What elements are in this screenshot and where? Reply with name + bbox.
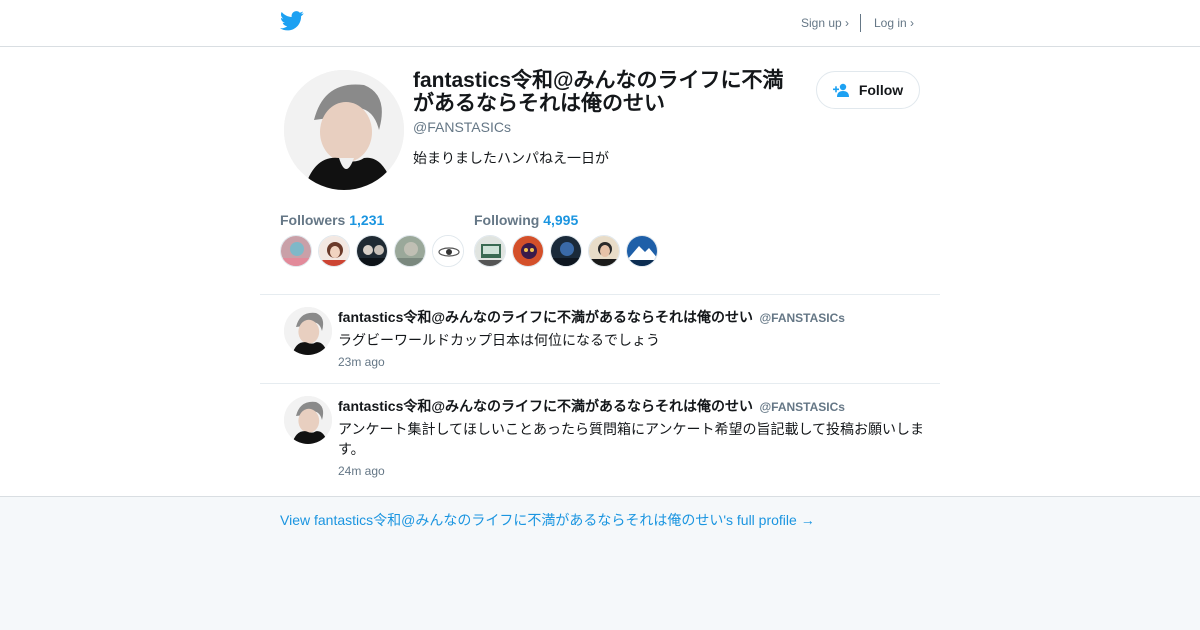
tweet-header: fantastics令和@みんなのライフに不満があるならそれは俺のせい @FAN… bbox=[338, 307, 845, 327]
profile-handle[interactable]: @FANSTASICs bbox=[413, 119, 511, 135]
login-link[interactable]: Log in › bbox=[874, 16, 914, 30]
profile-name: fantastics令和@みんなのライフに不満があるならそれは俺のせい bbox=[413, 69, 784, 115]
profile-bio: 始まりましたハンパねえ一日が bbox=[413, 150, 609, 166]
follower-avatar[interactable] bbox=[356, 235, 388, 267]
tweet-text: ラグビーワールドカップ日本は何位になるでしょう bbox=[338, 332, 660, 348]
top-bar: Sign up › Log in › bbox=[0, 0, 1200, 47]
signup-link[interactable]: Sign up › bbox=[801, 16, 849, 30]
tweet-author-name[interactable]: fantastics令和@みんなのライフに不満があるならそれは俺のせい bbox=[338, 309, 753, 325]
following-count: 4,995 bbox=[543, 212, 579, 228]
tweet[interactable]: fantastics令和@みんなのライフに不満があるならそれは俺のせい @FAN… bbox=[260, 383, 940, 495]
follower-avatar[interactable] bbox=[394, 235, 426, 267]
following-avatar[interactable] bbox=[512, 235, 544, 267]
tweet-timestamp[interactable]: 23m ago bbox=[338, 355, 385, 369]
follower-avatar[interactable] bbox=[432, 235, 464, 267]
followers-label: Followers bbox=[280, 212, 346, 228]
following-avatar[interactable] bbox=[588, 235, 620, 267]
followers-avatars bbox=[280, 235, 464, 267]
tweet-text: アンケート集計してほしいことあったら質問箱にアンケート希望の旨記載して投稿お願い… bbox=[338, 421, 925, 457]
following-avatar[interactable] bbox=[550, 235, 582, 267]
full-profile-link[interactable]: View fantastics令和@みんなのライフに不満があるならそれは俺のせい… bbox=[280, 510, 815, 530]
tweet-timestamp[interactable]: 24m ago bbox=[338, 464, 385, 478]
profile-card: fantastics令和@みんなのライフに不満があるならそれは俺のせい @FAN… bbox=[0, 47, 1200, 497]
followers-stat[interactable]: Followers 1,231 bbox=[280, 212, 384, 228]
following-stat[interactable]: Following 4,995 bbox=[474, 212, 578, 228]
tweet-avatar[interactable] bbox=[284, 396, 332, 444]
profile-avatar[interactable] bbox=[284, 70, 404, 190]
tweet-avatar[interactable] bbox=[284, 307, 332, 355]
tweet[interactable]: fantastics令和@みんなのライフに不満があるならそれは俺のせい @FAN… bbox=[260, 294, 940, 383]
follow-button[interactable]: Follow bbox=[816, 71, 920, 109]
following-avatars bbox=[474, 235, 658, 267]
following-label: Following bbox=[474, 212, 540, 228]
following-avatar[interactable] bbox=[474, 235, 506, 267]
follow-label: Follow bbox=[858, 82, 904, 98]
tweet-author-handle[interactable]: @FANSTASICs bbox=[759, 311, 845, 325]
twitter-bird-icon[interactable] bbox=[280, 11, 304, 31]
follower-avatar[interactable] bbox=[280, 235, 312, 267]
add-person-icon bbox=[832, 83, 849, 97]
tweet-author-name[interactable]: fantastics令和@みんなのライフに不満があるならそれは俺のせい bbox=[338, 398, 753, 414]
tweet-author-handle[interactable]: @FANSTASICs bbox=[759, 400, 845, 414]
followers-count: 1,231 bbox=[349, 212, 385, 228]
tweet-header: fantastics令和@みんなのライフに不満があるならそれは俺のせい @FAN… bbox=[338, 396, 845, 416]
following-avatar[interactable] bbox=[626, 235, 658, 267]
nav-divider bbox=[860, 14, 861, 32]
follower-avatar[interactable] bbox=[318, 235, 350, 267]
